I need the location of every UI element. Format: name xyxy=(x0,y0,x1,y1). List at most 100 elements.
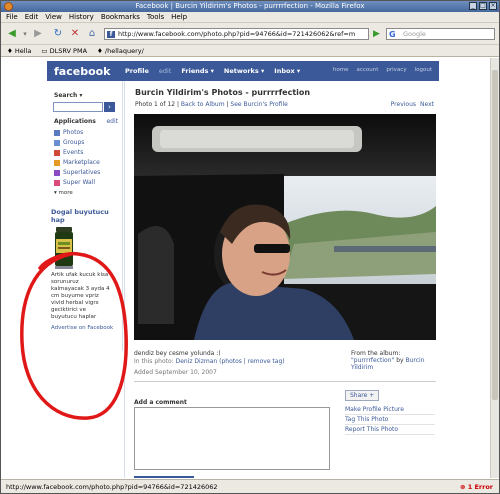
marketplace-icon xyxy=(54,160,60,166)
url-bar[interactable]: f http://www.facebook.com/photo.php?pid=… xyxy=(104,28,369,40)
sidebar-item-superlatives[interactable]: Superlatives xyxy=(54,168,120,178)
see-profile-link[interactable]: See Burcin's Profile xyxy=(230,101,287,108)
share-button[interactable]: Share + xyxy=(345,390,380,401)
applications-label: Applications xyxy=(54,118,96,125)
bookmark-dlsrv[interactable]: ▭ DLSRV PMA xyxy=(41,45,87,56)
link-logout[interactable]: logout xyxy=(415,67,432,73)
bookmark-hellaquery[interactable]: ♦ /hellaquery/ xyxy=(97,45,144,56)
reload-icon[interactable]: ↻ xyxy=(51,27,65,41)
menu-tools[interactable]: Tools xyxy=(147,12,164,22)
in-this-photo: In this photo: Deniz Dizman (photos | re… xyxy=(134,358,314,366)
facebook-right-links: home account privacy logout xyxy=(333,67,432,73)
post-comment-button[interactable] xyxy=(134,476,194,478)
album-link[interactable]: "purrrrfection" xyxy=(351,357,394,364)
photo-caption-block: dendiz bey cesme yolunda :) In this phot… xyxy=(134,350,314,366)
sidebar-item-label: Superlatives xyxy=(63,169,101,176)
link-privacy[interactable]: privacy xyxy=(386,67,406,73)
ad-title[interactable]: Dogal buyutucu hap xyxy=(51,208,111,224)
sidebar-item-label: Super Wall xyxy=(63,179,96,186)
search-bar[interactable]: G Google xyxy=(386,28,495,40)
facebook-favicon-icon: f xyxy=(107,31,115,38)
window-title: Facebook | Burcin Yildirim's Photos - pu… xyxy=(135,2,365,10)
comment-textarea[interactable] xyxy=(134,407,330,470)
menu-edit[interactable]: Edit xyxy=(25,12,39,22)
report-photo-link[interactable]: Report This Photo xyxy=(345,425,435,435)
sidebar-search-button[interactable]: › xyxy=(104,102,115,112)
applications-heading: Applications edit xyxy=(54,118,118,125)
photo-pagination: Previous Next xyxy=(391,101,434,108)
photo-caption: dendiz bey cesme yolunda :) xyxy=(134,350,221,357)
photo-content: Burcin Yildirim's Photos - purrrrfection… xyxy=(124,81,444,478)
sidebar-item-marketplace[interactable]: Marketplace xyxy=(54,158,120,168)
bookmark-hella[interactable]: ♦ Hella xyxy=(7,45,31,56)
main-photo[interactable] xyxy=(134,114,436,340)
photo-breadcrumb: Photo 1 of 12 | Back to Album | See Burc… xyxy=(135,101,288,108)
back-to-album-link[interactable]: Back to Album xyxy=(181,101,225,108)
minimize-button[interactable]: _ xyxy=(469,2,477,10)
menu-bookmarks[interactable]: Bookmarks xyxy=(101,12,140,22)
menu-help[interactable]: Help xyxy=(171,12,187,22)
photo-actions: Make Profile Picture Tag This Photo Repo… xyxy=(345,405,435,435)
menu-file[interactable]: File xyxy=(6,12,18,22)
back-dropdown-icon[interactable]: ▾ xyxy=(21,27,29,41)
forward-arrow-icon[interactable]: ▶ xyxy=(31,27,45,41)
menu-history[interactable]: History xyxy=(69,12,94,22)
previous-link[interactable]: Previous xyxy=(391,101,416,108)
menu-view[interactable]: View xyxy=(45,12,62,22)
status-url: http://www.facebook.com/photo.php?pid=94… xyxy=(6,483,218,491)
nav-networks[interactable]: Networks ▾ xyxy=(224,67,264,75)
link-account[interactable]: account xyxy=(356,67,378,73)
share-plus-icon: + xyxy=(369,392,375,399)
home-icon[interactable]: ⌂ xyxy=(85,27,99,41)
stop-icon[interactable]: ✕ xyxy=(69,27,81,41)
menu-bar: File Edit View History Bookmarks Tools H… xyxy=(1,12,499,23)
bookmark-label: DLSRV PMA xyxy=(49,47,88,55)
next-link[interactable]: Next xyxy=(420,101,434,108)
search-placeholder: Google xyxy=(403,30,426,38)
vertical-scrollbar[interactable] xyxy=(490,58,499,478)
sidebar-item-photos[interactable]: Photos xyxy=(54,128,120,138)
sidebar-item-events[interactable]: Events xyxy=(54,148,120,158)
error-indicator[interactable]: ⊗ 1 Error xyxy=(460,480,493,494)
ad-product-image[interactable] xyxy=(53,227,75,269)
make-profile-picture-link[interactable]: Make Profile Picture xyxy=(345,405,435,415)
nav-profile[interactable]: Profile xyxy=(125,67,149,75)
sidebar-item-label: Marketplace xyxy=(63,159,100,166)
tag-actions-link[interactable]: (photos | remove tag) xyxy=(219,358,284,365)
back-arrow-icon[interactable]: ◀ xyxy=(5,27,19,41)
nav-inbox[interactable]: Inbox ▾ xyxy=(274,67,300,75)
sidebar-ad[interactable]: Dogal buyutucu hap Artik ufak kucuk kisa… xyxy=(51,208,111,321)
sidebar-item-label: Events xyxy=(63,149,84,156)
tagged-person-link[interactable]: Deniz Dizman xyxy=(176,358,218,365)
bookmark-label: Hella xyxy=(14,47,32,55)
advertise-link[interactable]: Advertise on Facebook xyxy=(51,325,113,331)
photos-icon xyxy=(54,130,60,136)
events-icon xyxy=(54,150,60,156)
superlatives-icon xyxy=(54,170,60,176)
sidebar-item-groups[interactable]: Groups xyxy=(54,138,120,148)
go-icon[interactable]: ▶ xyxy=(373,28,383,40)
navigation-toolbar: ◀ ▾ ▶ ↻ ✕ ⌂ f http://www.facebook.com/ph… xyxy=(1,23,499,45)
google-icon: G xyxy=(389,30,396,39)
tag-photo-link[interactable]: Tag This Photo xyxy=(345,415,435,425)
share-label: Share xyxy=(350,392,368,399)
sidebar-more-link[interactable]: ▾ more xyxy=(54,188,120,198)
link-home[interactable]: home xyxy=(333,67,349,73)
facebook-logo[interactable]: facebook xyxy=(54,65,111,78)
close-button[interactable]: × xyxy=(489,2,497,10)
nav-friends[interactable]: Friends ▾ xyxy=(181,67,214,75)
scrollbar-thumb[interactable] xyxy=(492,70,498,400)
title-bar: Facebook | Burcin Yildirim's Photos - pu… xyxy=(1,1,499,12)
sidebar-search-input[interactable] xyxy=(53,102,103,112)
status-bar: http://www.facebook.com/photo.php?pid=94… xyxy=(1,479,499,493)
sidebar-item-label: Groups xyxy=(63,139,85,146)
nav-edit[interactable]: edit xyxy=(159,67,171,75)
bookmarks-toolbar: ♦ Hella ▭ DLSRV PMA ♦ /hellaquery/ xyxy=(1,45,499,57)
firefox-icon xyxy=(4,2,13,11)
add-comment-heading: Add a comment xyxy=(134,399,187,406)
applications-edit-link[interactable]: edit xyxy=(106,118,118,125)
sidebar-item-super-wall[interactable]: Super Wall xyxy=(54,178,120,188)
page-viewport: facebook Profile edit Friends ▾ Networks… xyxy=(1,58,491,478)
sidebar-search-label[interactable]: Search ▾ xyxy=(54,92,82,99)
maximize-button[interactable]: □ xyxy=(479,2,487,10)
